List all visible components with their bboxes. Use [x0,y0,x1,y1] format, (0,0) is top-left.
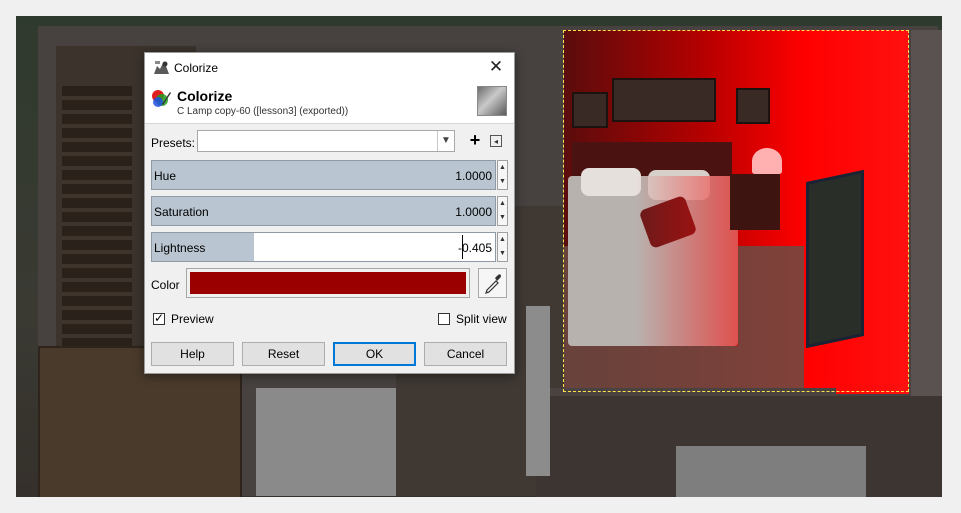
cancel-button[interactable]: Cancel [424,342,507,366]
colorize-dialog: Colorize ✕ Colorize C Lamp copy-60 ([les… [144,52,515,374]
lightness-slider[interactable]: Lightness -0.405 [151,232,496,262]
spin-down-icon[interactable]: ▼ [498,247,507,261]
hue-slider[interactable]: Hue 1.0000 [151,160,496,190]
dialog-header: Colorize C Lamp copy-60 ([lesson3] (expo… [145,83,514,124]
spin-down-icon[interactable]: ▼ [498,211,507,225]
saturation-label: Saturation [154,205,209,219]
header-subtitle: C Lamp copy-60 ([lesson3] (exported)) [177,106,349,117]
lightness-spinner[interactable]: ▲ ▼ [497,232,508,262]
door [676,446,866,497]
saturation-spinner[interactable]: ▲ ▼ [497,196,508,226]
staircase [62,86,132,366]
presets-label: Presets: [151,136,196,150]
spin-up-icon[interactable]: ▲ [498,233,507,247]
header-title: Colorize [177,88,233,104]
hue-label: Hue [154,169,177,183]
chevron-down-icon[interactable]: ▼ [437,131,454,151]
split-view-checkbox[interactable] [438,313,450,325]
dialog-body: Colorize C Lamp copy-60 ([lesson3] (expo… [145,83,514,373]
presets-combobox[interactable]: ▼ [197,130,455,152]
preset-menu-icon[interactable]: ◂ [490,135,502,147]
color-swatch [190,272,466,294]
color-picker-button[interactable] [478,268,507,298]
hue-slider-fill [152,161,495,189]
eyedropper-icon [479,274,506,300]
hue-spinner[interactable]: ▲ ▼ [497,160,508,190]
colorize-icon [150,88,172,110]
close-icon[interactable]: ✕ [486,58,506,78]
lightness-label: Lightness [154,241,206,255]
gimp-wilber-icon [153,60,170,75]
hue-value: 1.0000 [455,169,492,183]
add-preset-button[interactable]: + [467,131,483,151]
color-label: Color [151,278,180,292]
help-button[interactable]: Help [151,342,234,366]
door [256,388,396,496]
ok-button[interactable]: OK [333,342,416,366]
spin-up-icon[interactable]: ▲ [498,197,507,211]
saturation-value: 1.0000 [455,205,492,219]
reset-button[interactable]: Reset [242,342,325,366]
window-title: Colorize [174,61,219,75]
preview-label[interactable]: Preview [171,312,214,326]
shelf [526,306,550,476]
selection-marquee[interactable] [563,30,909,392]
color-swatch-button[interactable] [186,268,470,298]
spin-down-icon[interactable]: ▼ [498,175,507,189]
preview-checkbox[interactable] [153,311,165,325]
lightness-value: -0.405 [457,241,492,255]
saturation-slider[interactable]: Saturation 1.0000 [151,196,496,226]
title-bar[interactable]: Colorize ✕ [145,53,514,83]
split-view-label[interactable]: Split view [456,312,507,326]
spin-up-icon[interactable]: ▲ [498,161,507,175]
layer-thumbnail [477,86,507,116]
